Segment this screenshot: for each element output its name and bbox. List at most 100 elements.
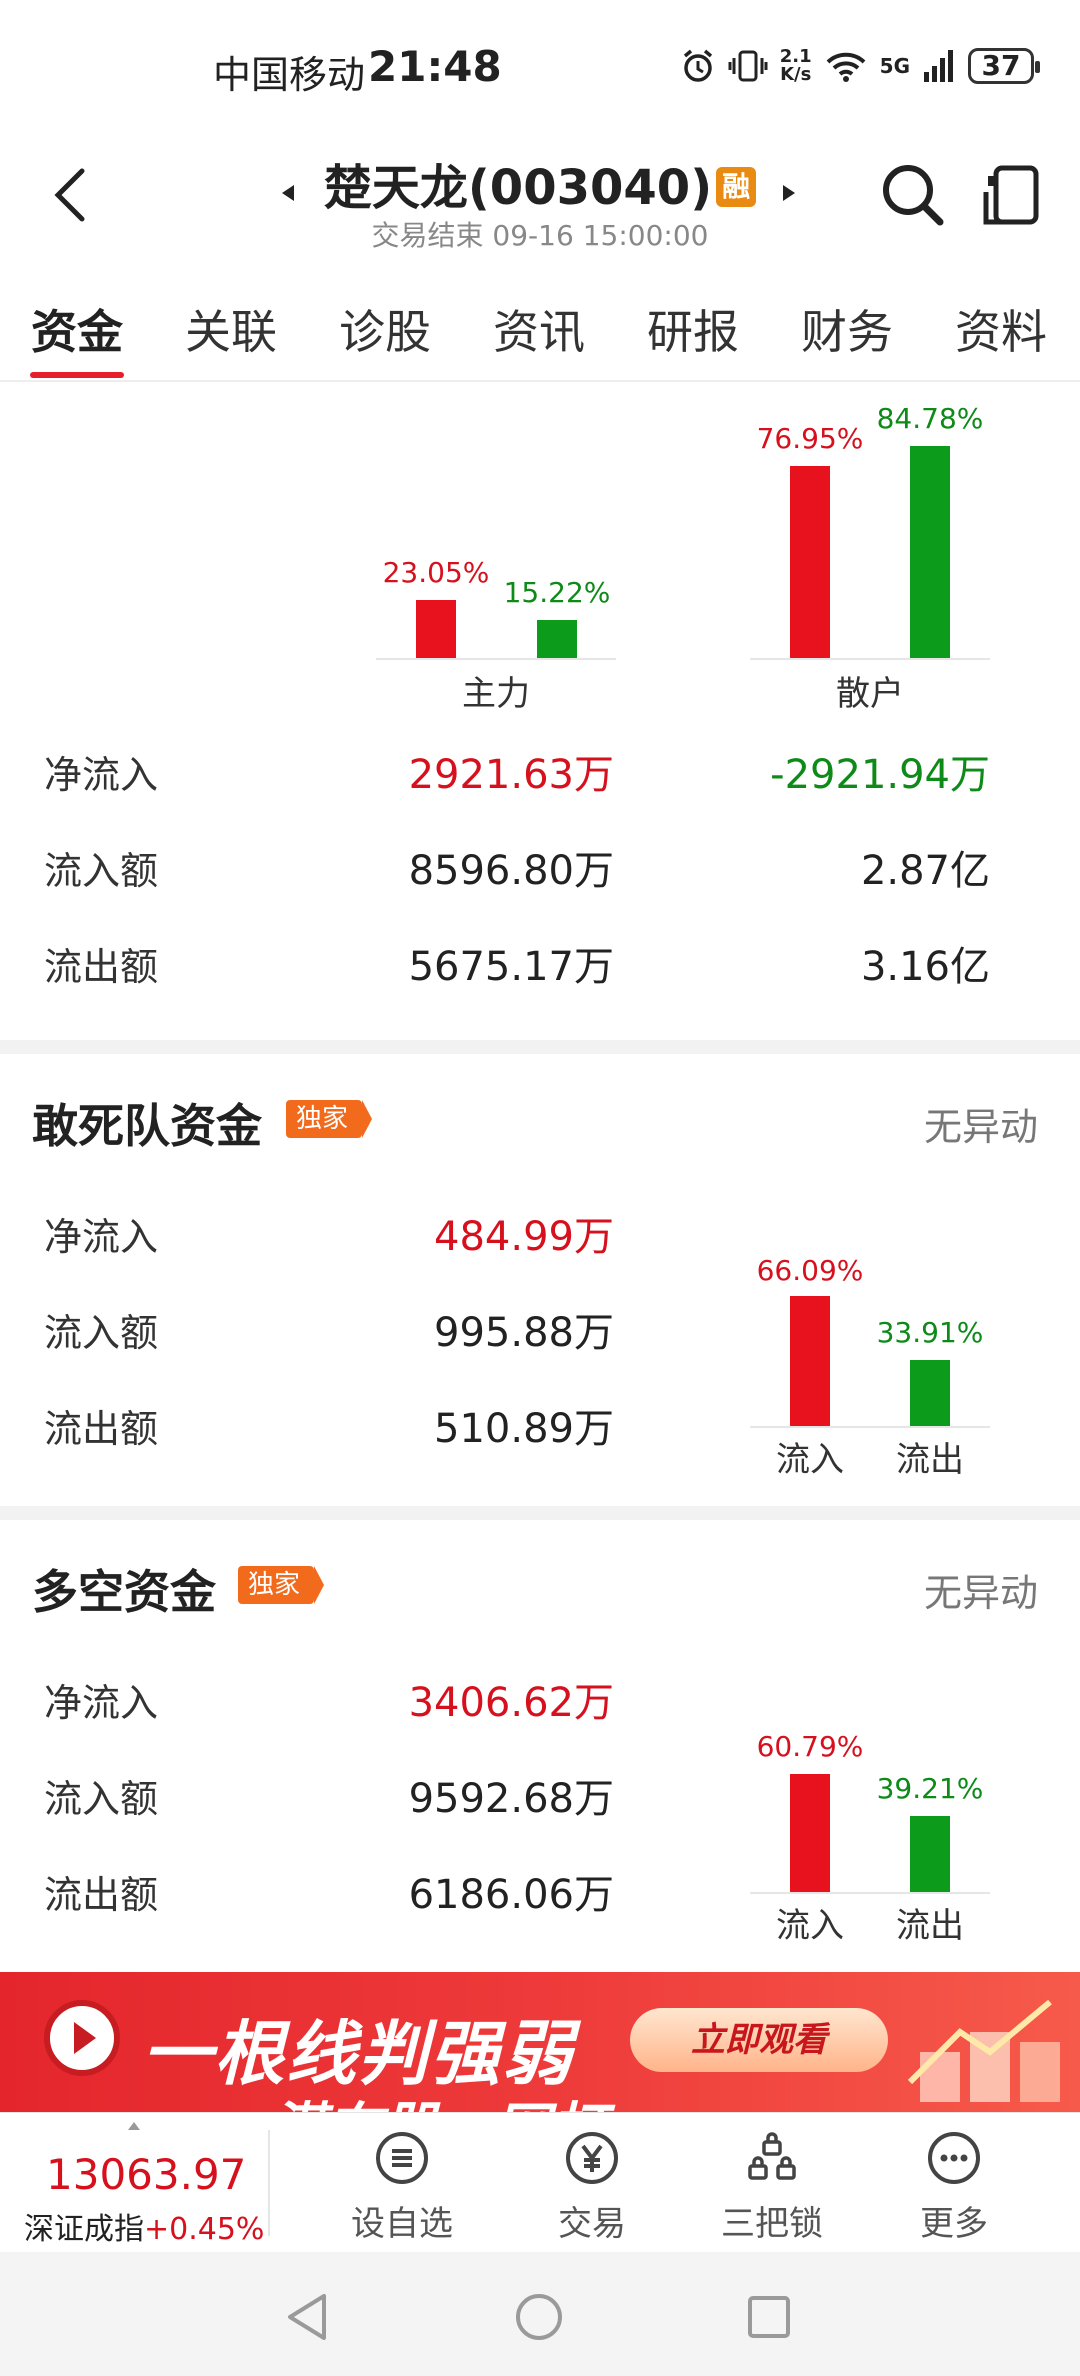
- tab-bar: 资金 关联 诊股 资讯 研报 财务 资料: [0, 296, 1080, 376]
- ls-inflow-label-x: 流入: [776, 1906, 844, 1946]
- main-baseline: [376, 658, 616, 660]
- watch-now-button[interactable]: 立即观看: [630, 2008, 888, 2072]
- tab-profile[interactable]: 资料: [924, 296, 1078, 376]
- index-value[interactable]: 13063.97: [46, 2150, 246, 2199]
- nav-recents-icon[interactable]: [746, 2294, 792, 2340]
- tab-diagnosis[interactable]: 诊股: [308, 296, 462, 376]
- battery-icon: 37: [968, 48, 1040, 84]
- phone-share-icon: [983, 165, 1039, 225]
- main-net-inflow: 2921.63万: [408, 752, 614, 798]
- section-divider: [0, 1040, 1080, 1054]
- longshort-status[interactable]: 无异动: [924, 1562, 1038, 1617]
- more-button[interactable]: 更多: [884, 2130, 1024, 2245]
- nav-back-icon[interactable]: [284, 2292, 330, 2342]
- toolbar-divider: [268, 2130, 270, 2236]
- dare-chart: 66.09% 33.91% 流入 流出: [740, 1244, 1020, 1484]
- exclusive-badge: 独家: [238, 1566, 325, 1604]
- section-title-longshort: 多空资金: [32, 1565, 216, 1619]
- nav-home-icon[interactable]: [514, 2292, 564, 2342]
- net-inflow-label: 净流入: [44, 753, 159, 797]
- main-outflow: 5675.17万: [408, 944, 614, 990]
- retail-inflow-bar: [790, 466, 830, 658]
- ls-inflow-bar: [790, 1774, 830, 1892]
- locks-icon: [748, 2132, 796, 2180]
- retail-outflow-pct: 84.78%: [876, 402, 984, 435]
- retail-outflow: 3.16亿: [860, 944, 990, 990]
- ls-inflow: 9592.68万: [408, 1776, 614, 1822]
- ls-outflow: 6186.06万: [408, 1872, 614, 1918]
- play-icon: [44, 2000, 120, 2076]
- main-outflow-pct: 15.22%: [503, 576, 611, 609]
- carrier-name: 中国移动: [213, 53, 366, 97]
- dare-outflow-label-x: 流出: [896, 1440, 964, 1480]
- wifi-icon: [826, 52, 866, 82]
- ls-outflow-label: 流出额: [44, 1873, 159, 1917]
- expand-caret-icon[interactable]: [128, 2122, 140, 2130]
- tab-research[interactable]: 研报: [616, 296, 770, 376]
- tab-funds[interactable]: 资金: [0, 296, 154, 376]
- next-stock-button[interactable]: [783, 185, 795, 201]
- rising-chart-decoration-icon: [907, 1999, 1060, 2102]
- main-label: 主力: [462, 674, 530, 714]
- more-dots-icon: [928, 2132, 980, 2184]
- search-button[interactable]: [878, 160, 948, 230]
- ls-net-label: 净流入: [44, 1681, 159, 1725]
- nav-label: 三把锁: [721, 2204, 823, 2244]
- promo-banner[interactable]: 一根线判强弱 立即观看 潜在股一网打: [0, 1972, 1080, 2112]
- stock-name: 楚天龙(003040): [323, 160, 713, 216]
- ls-outflow-label-x: 流出: [896, 1906, 964, 1946]
- search-icon: [883, 165, 944, 226]
- nav-label: 更多: [920, 2204, 988, 2244]
- dare-inflow: 995.88万: [434, 1310, 614, 1356]
- ls-baseline: [750, 1892, 990, 1894]
- dare-outflow: 510.89万: [434, 1406, 614, 1452]
- retail-outflow-bar: [910, 446, 950, 658]
- main-inflow-pct: 23.05%: [382, 556, 490, 589]
- ls-net-inflow: 3406.62万: [408, 1680, 614, 1726]
- dare-outflow-label: 流出额: [44, 1407, 159, 1451]
- ls-inflow-pct: 60.79%: [756, 1730, 864, 1763]
- three-locks-button[interactable]: 三把锁: [702, 2130, 842, 2245]
- main-retail-chart: 23.05% 15.22% 主力 76.95% 84.78% 散户: [0, 380, 1080, 714]
- dare-inflow-bar: [790, 1296, 830, 1426]
- system-nav-bar: [0, 2252, 1080, 2376]
- dare-outflow-bar: [910, 1360, 950, 1426]
- outflow-label: 流出额: [44, 945, 159, 989]
- share-button[interactable]: [982, 162, 1044, 228]
- section-divider: [0, 1506, 1080, 1520]
- dare-inflow-label-x: 流入: [776, 1440, 844, 1480]
- dare-status[interactable]: 无异动: [924, 1096, 1038, 1151]
- ls-outflow-pct: 39.21%: [876, 1772, 984, 1805]
- vibrate-icon: [728, 50, 768, 82]
- signal-icon: [924, 50, 953, 82]
- dare-net-inflow: 484.99万: [434, 1214, 614, 1260]
- dare-outflow-pct: 33.91%: [876, 1316, 984, 1349]
- index-name-text: 深证成指: [24, 2212, 144, 2247]
- ls-inflow-label: 流入额: [44, 1777, 159, 1821]
- alarm-icon: [683, 49, 712, 82]
- retail-inflow-pct: 76.95%: [756, 422, 864, 455]
- net-speed: 2.1 K/s: [779, 46, 812, 85]
- add-watchlist-button[interactable]: 设自选: [332, 2130, 472, 2245]
- status-time: 21:48: [368, 42, 502, 91]
- yuan-circle-icon: [566, 2132, 618, 2184]
- section-title-dare: 敢死队资金: [32, 1099, 262, 1153]
- exclusive-badge: 独家: [286, 1100, 373, 1138]
- dare-net-label: 净流入: [44, 1215, 159, 1259]
- tab-finance[interactable]: 财务: [770, 296, 924, 376]
- dare-inflow-label: 流入额: [44, 1311, 159, 1355]
- nav-label: 设自选: [351, 2204, 453, 2244]
- longshort-chart: 60.79% 39.21% 流入 流出: [740, 1720, 1020, 1960]
- active-tab-indicator: [30, 372, 124, 378]
- index-change: +0.45%: [144, 2212, 265, 2247]
- index-name[interactable]: 深证成指+0.45%: [24, 2204, 264, 2248]
- ls-outflow-bar: [910, 1816, 950, 1892]
- list-circle-icon: [376, 2132, 428, 2184]
- trade-button[interactable]: 交易: [522, 2130, 662, 2245]
- status-icons: 2.1 K/s 5G 37: [680, 44, 1040, 88]
- main-outflow-bar: [537, 620, 577, 658]
- dare-inflow-pct: 66.09%: [756, 1254, 864, 1287]
- tab-news[interactable]: 资讯: [462, 296, 616, 376]
- tab-related[interactable]: 关联: [154, 296, 308, 376]
- dare-baseline: [750, 1426, 990, 1428]
